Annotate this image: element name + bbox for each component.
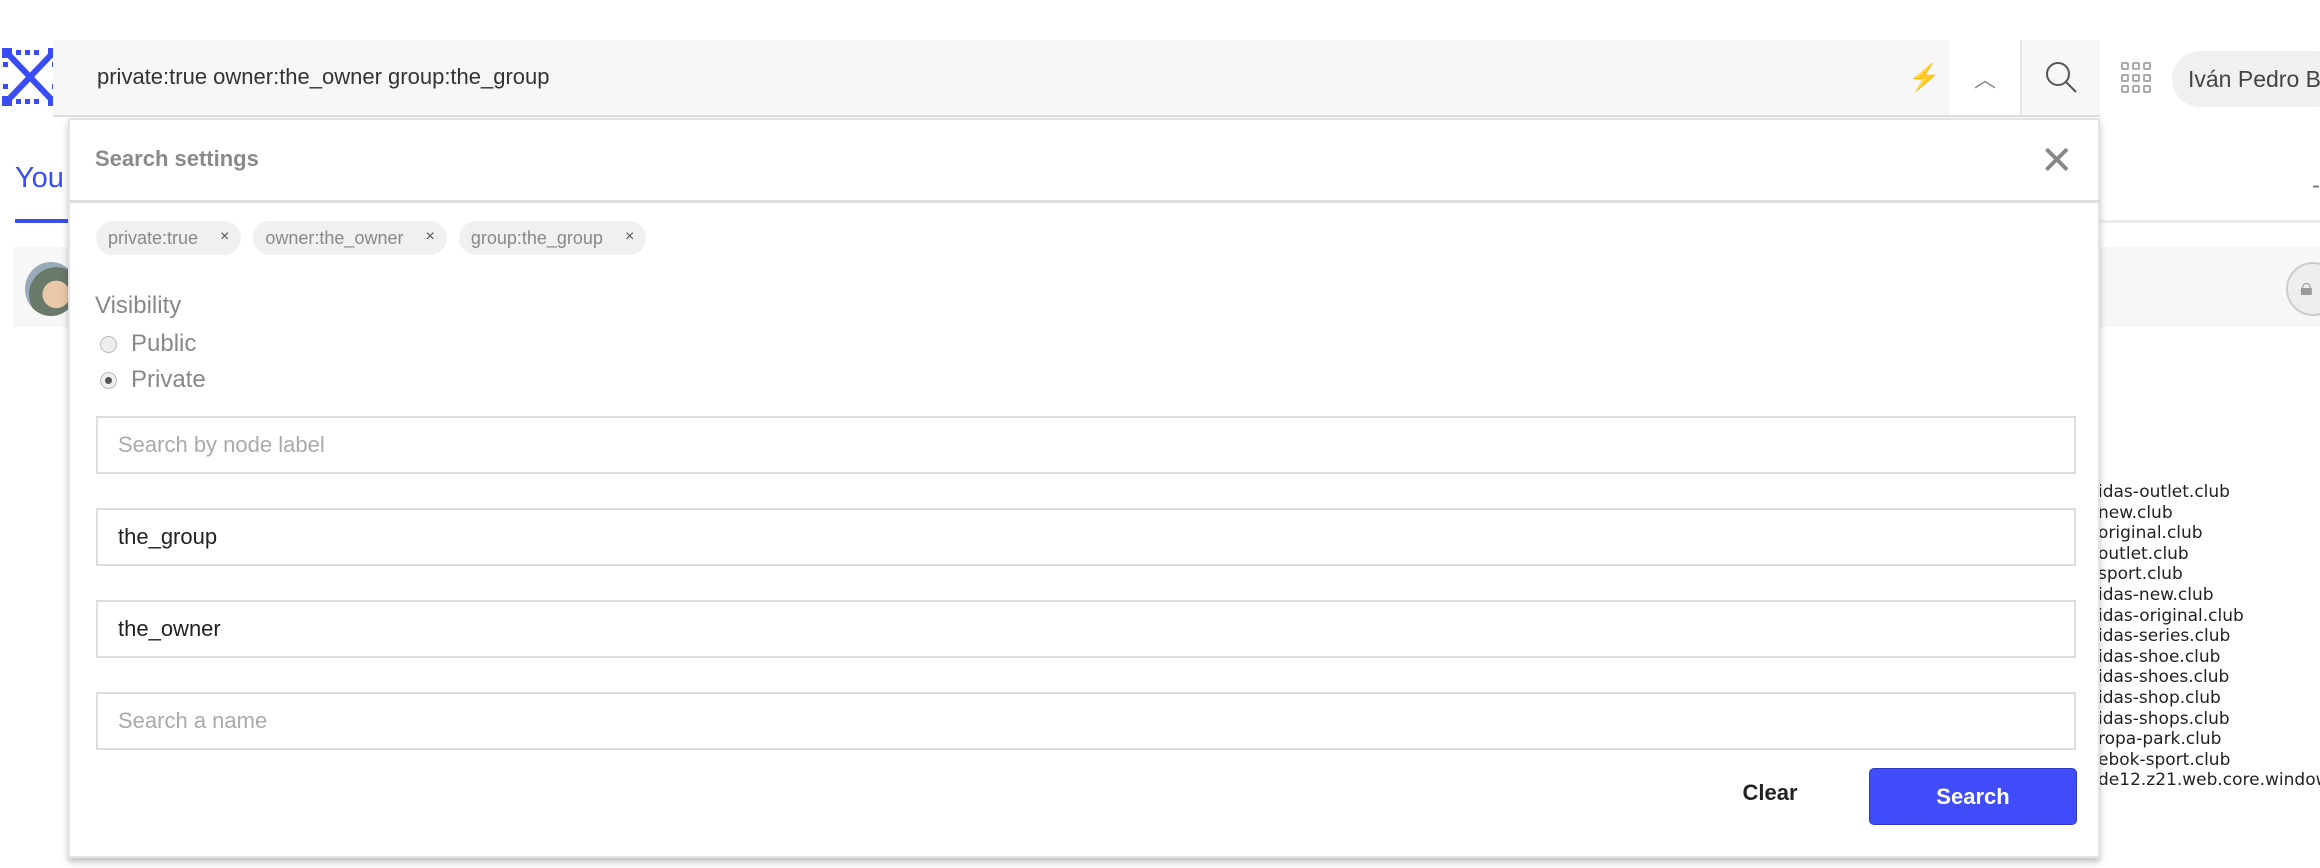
chevron-up-icon[interactable]: ︿ bbox=[1950, 40, 2020, 117]
domain-item: idas-series.club bbox=[2098, 626, 2231, 647]
radio-label: Public bbox=[131, 330, 197, 357]
owner-input[interactable] bbox=[96, 600, 2076, 658]
radio-public[interactable]: Public bbox=[100, 330, 196, 358]
filter-chip: owner:the_owner × bbox=[253, 221, 447, 255]
radio-label: Private bbox=[131, 366, 206, 393]
group-input[interactable] bbox=[96, 508, 2076, 566]
chip-remove-icon[interactable]: × bbox=[625, 228, 634, 248]
domain-item: sport.club bbox=[2098, 564, 2183, 585]
chip-label: owner:the_owner bbox=[265, 228, 404, 248]
radio-button[interactable] bbox=[100, 335, 117, 353]
chip-label: group:the_group bbox=[470, 228, 603, 248]
apps-grid-icon[interactable] bbox=[2121, 62, 2151, 94]
divider bbox=[2100, 220, 2320, 223]
name-input[interactable] bbox=[96, 692, 2076, 750]
clear-button[interactable]: Clear bbox=[1730, 780, 1810, 806]
search-query-text[interactable]: private:true owner:the_owner group:the_g… bbox=[97, 64, 550, 90]
domain-item: de12.z21.web.core.window bbox=[2098, 770, 2320, 791]
domain-item: idas-shops.club bbox=[2098, 708, 2230, 729]
filter-chip: private:true × bbox=[96, 221, 242, 255]
close-icon[interactable]: ✕ bbox=[2040, 138, 2074, 184]
chip-label: private:true bbox=[108, 228, 199, 248]
domain-item: idas-shoes.club bbox=[2098, 667, 2230, 688]
bolt-icon[interactable]: ⚡ bbox=[1908, 62, 1940, 93]
domain-item: idas-new.club bbox=[2098, 584, 2214, 605]
radio-private[interactable]: Private bbox=[100, 366, 206, 394]
user-menu[interactable]: Iván Pedro B... bbox=[2172, 51, 2320, 107]
modal-title: Search settings bbox=[95, 146, 259, 171]
domain-list: idas-outlet.club new.club original.club out… bbox=[2098, 482, 2320, 791]
search-button[interactable] bbox=[2020, 40, 2100, 117]
visibility-label: Visibility bbox=[95, 292, 182, 319]
filter-chip: group:the_group × bbox=[458, 221, 647, 255]
domain-item: outlet.club bbox=[2098, 543, 2189, 564]
divider bbox=[70, 200, 2100, 203]
chip-remove-icon[interactable]: × bbox=[220, 228, 229, 248]
search-icon bbox=[2046, 62, 2077, 93]
radio-button[interactable] bbox=[100, 371, 117, 389]
domain-item: idas-outlet.club bbox=[2098, 482, 2230, 502]
domain-item: idas-shoe.club bbox=[2098, 646, 2221, 667]
domain-item: ebok-sport.club bbox=[2098, 749, 2231, 770]
search-submit-button[interactable]: Search bbox=[1869, 768, 2077, 825]
domain-item: original.club bbox=[2098, 523, 2203, 544]
tab-yours[interactable]: You bbox=[15, 162, 64, 195]
chip-remove-icon[interactable]: × bbox=[425, 228, 434, 248]
minus-icon: - bbox=[2312, 172, 2320, 199]
search-settings-modal: Search settings ✕ private:true × owner:the… bbox=[68, 118, 2100, 858]
domain-item: ropa-park.club bbox=[2098, 729, 2222, 750]
domain-item: idas-shop.club bbox=[2098, 687, 2221, 708]
filter-chips: private:true × owner:the_owner × group:the_g… bbox=[96, 221, 647, 255]
node-label-input[interactable] bbox=[96, 416, 2076, 474]
domain-item: new.club bbox=[2098, 502, 2173, 523]
domain-item: idas-original.club bbox=[2098, 605, 2244, 626]
tab-underline bbox=[15, 219, 75, 223]
